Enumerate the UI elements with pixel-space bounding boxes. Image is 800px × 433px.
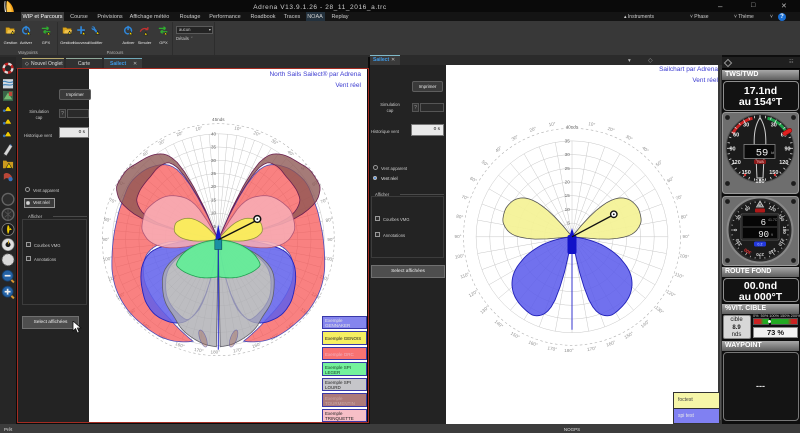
svg-text:60: 60 xyxy=(733,133,739,139)
svg-text:80°: 80° xyxy=(456,214,464,220)
svg-text:15: 15 xyxy=(211,198,217,203)
svg-text:10: 10 xyxy=(211,211,217,216)
svg-text:170°: 170° xyxy=(194,347,204,354)
svg-text:150°: 150° xyxy=(623,331,634,340)
svg-text:130°: 130° xyxy=(654,305,665,315)
svg-text:130°: 130° xyxy=(479,305,490,315)
svg-text:90°: 90° xyxy=(327,237,334,242)
svg-text:20°: 20° xyxy=(529,126,537,133)
svg-text:150: 150 xyxy=(769,170,778,176)
svg-text:59: 59 xyxy=(756,148,769,160)
svg-text:90: 90 xyxy=(784,146,790,152)
svg-text:35: 35 xyxy=(211,145,217,150)
svg-text:80°: 80° xyxy=(104,217,112,223)
svg-text:5: 5 xyxy=(214,224,217,229)
svg-text:90: 90 xyxy=(729,146,735,152)
svg-text:30: 30 xyxy=(211,158,217,163)
svg-text:100°: 100° xyxy=(102,256,112,263)
svg-text:35: 35 xyxy=(565,138,571,143)
svg-text:30: 30 xyxy=(771,123,777,129)
svg-text:40nds: 40nds xyxy=(566,125,579,130)
svg-text:50°: 50° xyxy=(481,159,490,167)
svg-text:110°: 110° xyxy=(460,272,470,280)
svg-text:90: 90 xyxy=(758,230,769,240)
svg-text:40: 40 xyxy=(211,131,217,136)
svg-text:30°: 30° xyxy=(511,134,520,142)
svg-text:30°: 30° xyxy=(158,138,167,146)
svg-text:0: 0 xyxy=(733,228,738,231)
svg-text:30°: 30° xyxy=(625,134,634,142)
svg-text:20°: 20° xyxy=(253,130,261,137)
svg-text:0.Z: 0.Z xyxy=(757,243,763,247)
svg-text:150°: 150° xyxy=(510,331,521,340)
svg-text:160°: 160° xyxy=(606,340,617,348)
svg-text:25: 25 xyxy=(565,166,571,171)
svg-text:100°: 100° xyxy=(455,253,465,260)
svg-text:70°: 70° xyxy=(109,197,117,204)
svg-text:40°: 40° xyxy=(494,145,503,153)
svg-text:60°: 60° xyxy=(469,176,478,184)
svg-text:100°: 100° xyxy=(324,256,334,263)
svg-text:20°: 20° xyxy=(607,126,615,133)
svg-text:270: 270 xyxy=(756,252,764,257)
svg-text:50°: 50° xyxy=(655,159,664,167)
svg-text:30: 30 xyxy=(565,152,571,157)
svg-text:25: 25 xyxy=(211,171,217,176)
svg-text:5: 5 xyxy=(567,221,570,226)
svg-text:180: 180 xyxy=(755,179,764,185)
svg-text:20: 20 xyxy=(565,180,571,185)
svg-text:160°: 160° xyxy=(251,341,262,349)
svg-text:170°: 170° xyxy=(233,347,243,354)
svg-text:90°: 90° xyxy=(683,234,690,239)
svg-text:180°: 180° xyxy=(564,348,574,353)
svg-text:70°: 70° xyxy=(675,194,683,201)
svg-text:10°: 10° xyxy=(234,126,242,132)
svg-text:10°: 10° xyxy=(588,121,596,127)
svg-text:60°: 60° xyxy=(666,176,675,184)
svg-text:80°: 80° xyxy=(680,214,688,220)
svg-text:150: 150 xyxy=(742,170,751,176)
svg-text:120: 120 xyxy=(779,160,788,166)
svg-text:170°: 170° xyxy=(587,346,597,353)
svg-text:80°: 80° xyxy=(325,217,333,223)
svg-text:120°: 120° xyxy=(468,289,479,298)
svg-text:30: 30 xyxy=(743,123,749,129)
svg-text:160°: 160° xyxy=(528,340,539,348)
svg-text:40°: 40° xyxy=(641,145,650,153)
svg-text:41.7C: 41.7C xyxy=(768,218,778,222)
svg-text:70°: 70° xyxy=(461,194,469,201)
svg-text:6: 6 xyxy=(761,218,766,228)
svg-text:180°: 180° xyxy=(211,349,221,354)
svg-text:110°: 110° xyxy=(674,272,684,280)
svg-text:20: 20 xyxy=(211,184,217,189)
svg-text:45nds: 45nds xyxy=(212,117,225,122)
svg-text:TWA: TWA xyxy=(756,160,764,164)
svg-text:10°: 10° xyxy=(195,126,203,132)
svg-text:10: 10 xyxy=(565,207,571,212)
svg-text:180: 180 xyxy=(782,226,787,234)
svg-text:30°: 30° xyxy=(270,138,279,146)
svg-text:20°: 20° xyxy=(176,130,184,137)
svg-text:90°: 90° xyxy=(102,237,109,242)
svg-text:100°: 100° xyxy=(679,253,689,260)
svg-text:15: 15 xyxy=(565,193,571,198)
svg-text:90°: 90° xyxy=(455,234,462,239)
svg-text:120°: 120° xyxy=(665,289,676,298)
svg-text:10°: 10° xyxy=(548,121,556,127)
svg-text:9: 9 xyxy=(771,233,773,237)
svg-text:120: 120 xyxy=(732,160,741,166)
svg-text:170°: 170° xyxy=(547,346,557,353)
